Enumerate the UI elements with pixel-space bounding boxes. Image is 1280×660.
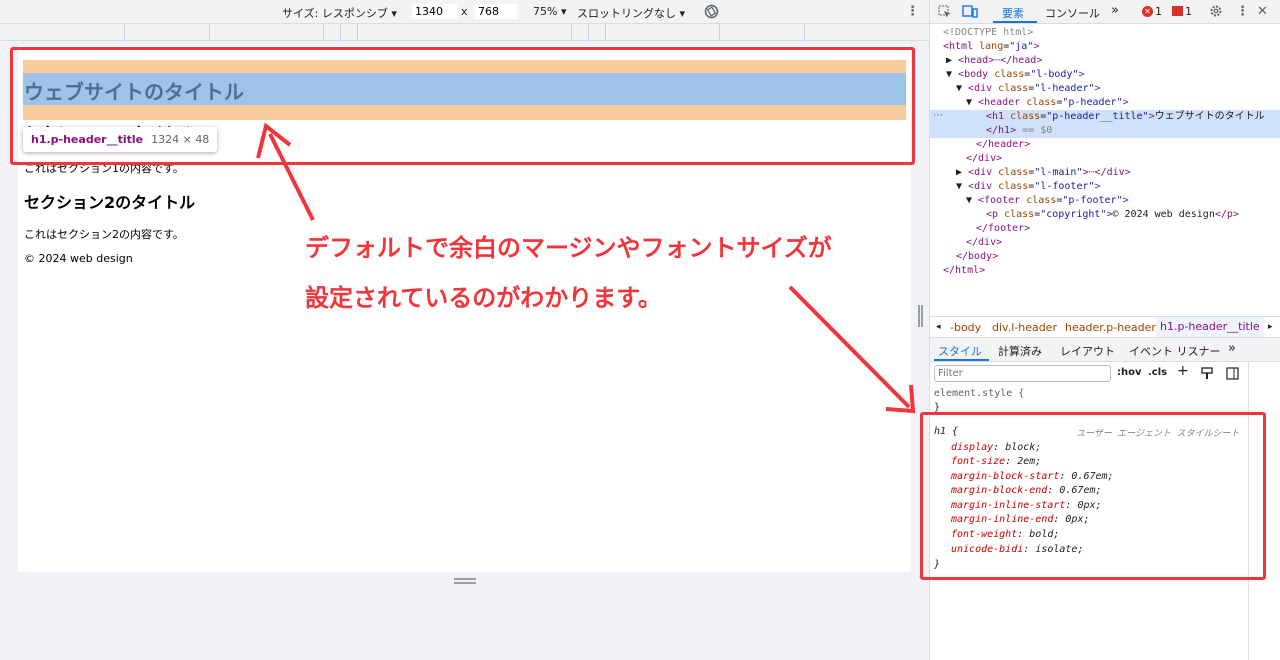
sub-tab-indicator bbox=[934, 359, 989, 361]
dom-p-header[interactable]: ▼ <header class="p-header"> bbox=[966, 96, 1129, 110]
new-rule-icon[interactable]: + bbox=[1177, 363, 1189, 379]
dom-l-footer[interactable]: ▼ <div class="l-footer"> bbox=[956, 180, 1101, 194]
sidebar-toggle-icon[interactable] bbox=[1226, 367, 1239, 380]
hover-state-toggle[interactable]: :hov bbox=[1117, 367, 1142, 378]
class-toggle[interactable]: .cls bbox=[1148, 367, 1167, 378]
dom-footer-close[interactable]: </footer> bbox=[976, 222, 1030, 236]
tab-layout[interactable]: レイアウト bbox=[1060, 343, 1115, 359]
tab-console[interactable]: コンソール bbox=[1045, 5, 1100, 21]
warning-count[interactable]: 1 bbox=[1185, 5, 1192, 18]
annotation-line1: デフォルトで余白のマージンやフォントサイズが bbox=[305, 234, 832, 262]
dom-body-close[interactable]: </body> bbox=[956, 250, 998, 264]
node-actions-icon[interactable]: ⋯ bbox=[933, 110, 943, 121]
dom-head[interactable]: ▶ <head>⋯</head> bbox=[946, 54, 1042, 68]
paint-brush-icon[interactable] bbox=[1201, 367, 1213, 380]
more-sub-tabs-icon[interactable]: » bbox=[1228, 341, 1236, 356]
styles-sub-tabs: スタイル 計算済み レイアウト イベント リスナー » bbox=[930, 338, 1280, 362]
dom-doctype[interactable]: <!DOCTYPE html> bbox=[943, 26, 1033, 40]
dom-p-footer[interactable]: ▼ <footer class="p-footer"> bbox=[966, 194, 1129, 208]
breadcrumb-body[interactable]: -body bbox=[950, 321, 981, 334]
active-tab-indicator bbox=[993, 21, 1037, 23]
devtools-menu-icon[interactable]: ⋮ bbox=[1236, 4, 1249, 19]
styles-filter-bar: :hov .cls + bbox=[930, 362, 1270, 386]
dom-html-close[interactable]: </html> bbox=[943, 264, 985, 278]
arrow-to-styles bbox=[788, 285, 911, 409]
tab-styles[interactable]: スタイル bbox=[938, 343, 982, 359]
close-devtools-icon[interactable]: ✕ bbox=[1257, 4, 1268, 19]
breadcrumb: ◂ -body div.l-header header.p-header h1.… bbox=[930, 316, 1280, 338]
error-icon[interactable]: ✕ bbox=[1142, 6, 1153, 17]
breadcrumb-scroll-left-icon[interactable]: ◂ bbox=[936, 322, 941, 332]
breadcrumb-l-header[interactable]: div.l-header bbox=[992, 321, 1057, 334]
warning-icon[interactable] bbox=[1172, 6, 1183, 16]
dom-html[interactable]: <html lang="ja"> bbox=[943, 40, 1039, 54]
device-toggle-icon[interactable] bbox=[962, 5, 978, 19]
tab-elements[interactable]: 要素 bbox=[1002, 5, 1024, 21]
tab-event-listeners[interactable]: イベント リスナー bbox=[1129, 343, 1221, 359]
tab-computed[interactable]: 計算済み bbox=[998, 343, 1042, 359]
dom-div-close[interactable]: </div> bbox=[966, 152, 1002, 166]
dom-body[interactable]: ▼ <body class="l-body"> bbox=[946, 68, 1085, 82]
dom-div-close[interactable]: </div> bbox=[966, 236, 1002, 250]
more-tabs-icon[interactable]: » bbox=[1111, 3, 1119, 18]
error-count[interactable]: 1 bbox=[1155, 5, 1162, 18]
dom-copyright[interactable]: <p class="copyright">© 2024 web design</… bbox=[986, 208, 1239, 222]
highlight-frame-styles bbox=[920, 412, 1266, 580]
dom-h1[interactable]: <h1 class="p-header__title">ウェブサイトのタイトル bbox=[986, 110, 1265, 124]
devtools-tab-bar: 要素 コンソール » ✕ 1 1 ⋮ ✕ bbox=[930, 0, 1280, 24]
dom-l-header[interactable]: ▼ <div class="l-header"> bbox=[956, 82, 1101, 96]
annotation-line2: 設定されているのがわかります。 bbox=[305, 284, 662, 312]
settings-gear-icon[interactable] bbox=[1209, 4, 1223, 18]
dom-h1-close[interactable]: </h1> == $0 bbox=[986, 124, 1052, 138]
arrow-to-header bbox=[268, 133, 315, 221]
breadcrumb-h1[interactable]: h1.p-header__title bbox=[1156, 317, 1264, 337]
styles-filter-input[interactable] bbox=[934, 365, 1111, 382]
element-style-rule[interactable]: element.style { bbox=[934, 388, 1024, 399]
breadcrumb-p-header[interactable]: header.p-header bbox=[1065, 321, 1156, 334]
dom-l-main[interactable]: ▶ <div class="l-main">⋯</div> bbox=[956, 166, 1131, 180]
breadcrumb-scroll-right-icon[interactable]: ▸ bbox=[1268, 322, 1273, 332]
inspect-element-icon[interactable] bbox=[938, 5, 952, 19]
dom-header-close[interactable]: </header> bbox=[976, 138, 1030, 152]
